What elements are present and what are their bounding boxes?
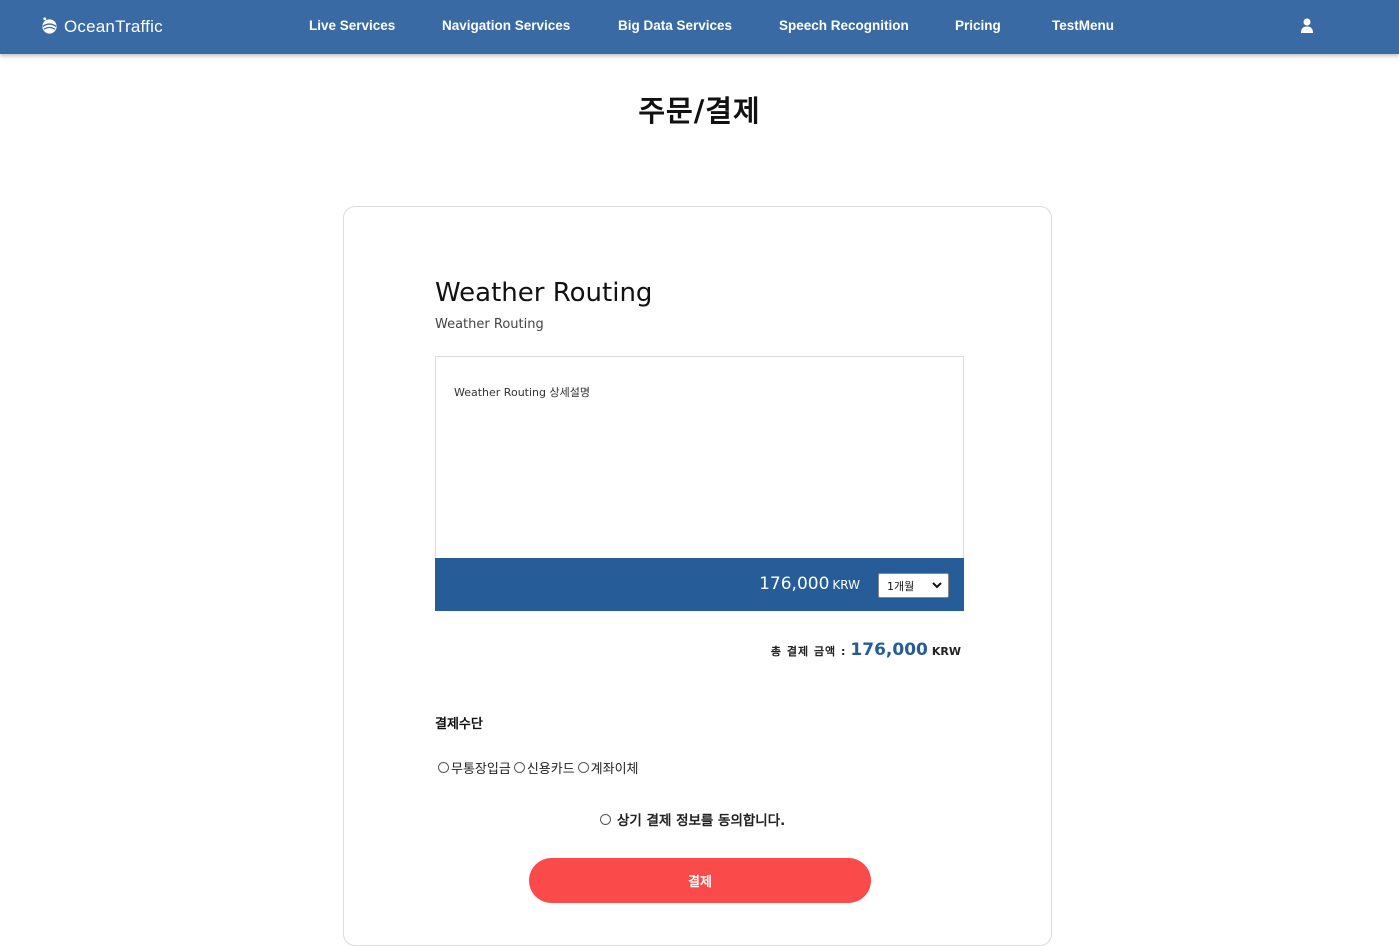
radio-button[interactable] <box>577 762 589 773</box>
product-description-box: Weather Routing 상세설명 <box>435 356 964 558</box>
top-navbar: OceanTraffic Live Services Navigation Se… <box>0 0 1399 54</box>
total-payment: 총 결제 금액 : 176,000 KRW <box>771 640 961 660</box>
payment-option-label: 신용카드 <box>526 762 575 777</box>
product-description: Weather Routing 상세설명 <box>454 386 590 399</box>
payment-option-account-transfer[interactable]: 계좌이체 <box>577 758 639 777</box>
agreement-label: 상기 결제 정보를 동의합니다. <box>617 813 786 829</box>
chevron-down-icon <box>932 579 942 594</box>
pay-button[interactable]: 결제 <box>529 858 871 903</box>
payment-method-label: 결제수단 <box>435 717 483 732</box>
product-name: Weather Routing <box>435 278 653 308</box>
user-icon[interactable] <box>1300 18 1314 38</box>
nav-big-data-services[interactable]: Big Data Services <box>618 18 732 33</box>
payment-option-credit-card[interactable]: 신용카드 <box>513 758 575 777</box>
price-value: 176,000 <box>759 574 830 594</box>
nav-speech-recognition[interactable]: Speech Recognition <box>779 18 909 33</box>
nav-navigation-services[interactable]: Navigation Services <box>442 18 570 33</box>
agreement-checkbox[interactable]: 상기 결제 정보를 동의합니다. <box>600 809 785 829</box>
ship-globe-icon <box>40 16 59 39</box>
price-currency: KRW <box>832 578 860 592</box>
brand-logo[interactable]: OceanTraffic <box>40 14 163 40</box>
payment-option-label: 무통장입금 <box>451 762 511 777</box>
nav-pricing[interactable]: Pricing <box>955 18 1001 33</box>
nav-live-services[interactable]: Live Services <box>309 18 395 33</box>
price-bar: 176,000 KRW 1개월 <box>435 558 964 611</box>
page-title: 주문/결제 <box>638 94 761 128</box>
payment-method-options: 무통장입금 신용카드 계좌이체 <box>438 758 642 777</box>
payment-option-bank-deposit[interactable]: 무통장입금 <box>438 758 511 777</box>
product-subtitle: Weather Routing <box>435 317 544 332</box>
total-currency: KRW <box>931 645 961 658</box>
brand-name: OceanTraffic <box>64 17 163 36</box>
agreement-radio[interactable] <box>600 813 611 825</box>
total-amount: 176,000 <box>850 640 928 660</box>
product-price: 176,000 KRW <box>759 574 860 594</box>
nav-testmenu[interactable]: TestMenu <box>1052 18 1114 33</box>
total-label: 총 결제 금액 : <box>770 645 847 658</box>
payment-option-label: 계좌이체 <box>590 762 639 777</box>
period-select[interactable]: 1개월 <box>878 573 949 598</box>
radio-button[interactable] <box>438 762 449 773</box>
period-selected-value: 1개월 <box>887 579 915 593</box>
radio-button[interactable] <box>513 762 525 773</box>
